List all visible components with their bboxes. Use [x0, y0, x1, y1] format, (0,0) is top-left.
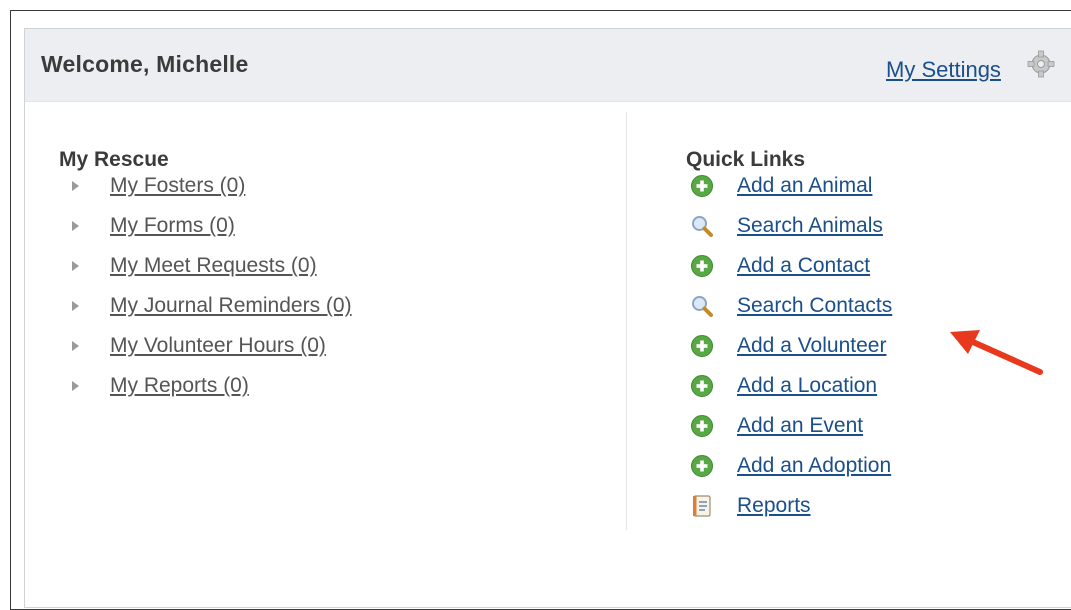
my-rescue-link[interactable]: My Forms (0): [110, 214, 235, 238]
triangle-bullet-icon: [72, 261, 79, 271]
gear-icon[interactable]: [1026, 49, 1056, 79]
quick-link-item: Reports: [690, 486, 892, 526]
quick-link-item: Add a Location: [690, 366, 892, 406]
my-rescue-link[interactable]: My Reports (0): [110, 374, 249, 398]
plus-circle-icon: [691, 415, 713, 437]
column-divider: [626, 112, 627, 530]
my-settings-link[interactable]: My Settings: [886, 57, 1001, 83]
plus-circle-icon: [691, 455, 713, 477]
magnifier-icon: [692, 216, 713, 237]
annotation-arrow: [950, 330, 1043, 375]
rescue-list-item: My Meet Requests (0): [70, 246, 352, 286]
magnifier-icon: [692, 296, 713, 317]
rescue-list-item: My Volunteer Hours (0): [70, 326, 352, 366]
my-rescue-list: My Fosters (0) My Forms (0) My Meet Reques…: [70, 166, 352, 406]
rescue-list-item: My Reports (0): [70, 366, 352, 406]
quick-link[interactable]: Search Animals: [737, 214, 883, 238]
my-rescue-link[interactable]: My Fosters (0): [110, 174, 245, 198]
quick-link[interactable]: Add an Animal: [737, 174, 872, 198]
quick-link[interactable]: Add an Adoption: [737, 454, 891, 478]
triangle-bullet-icon: [72, 381, 79, 391]
triangle-bullet-icon: [72, 341, 79, 351]
rescue-list-item: My Forms (0): [70, 206, 352, 246]
quick-link-item: Add a Contact: [690, 246, 892, 286]
panel-header: Welcome, Michelle My Settings: [25, 29, 1071, 102]
quick-link-item: Add a Volunteer: [690, 326, 892, 366]
quick-link-item: Search Animals: [690, 206, 892, 246]
quick-link-item: Add an Event: [690, 406, 892, 446]
rescue-list-item: My Fosters (0): [70, 166, 352, 206]
plus-circle-icon: [691, 255, 713, 277]
quick-link-item: Search Contacts: [690, 286, 892, 326]
triangle-bullet-icon: [72, 181, 79, 191]
plus-circle-icon: [691, 335, 713, 357]
quick-link[interactable]: Search Contacts: [737, 294, 892, 318]
my-rescue-link[interactable]: My Volunteer Hours (0): [110, 334, 326, 358]
quick-link[interactable]: Add a Volunteer: [737, 334, 886, 358]
quick-link[interactable]: Add a Contact: [737, 254, 870, 278]
quick-link-item: Add an Adoption: [690, 446, 892, 486]
plus-circle-icon: [691, 375, 713, 397]
my-rescue-link[interactable]: My Meet Requests (0): [110, 254, 317, 278]
quick-links-list: Add an Animal Search Animals Add a Contact…: [690, 166, 892, 526]
quick-link[interactable]: Add an Event: [737, 414, 863, 438]
quick-link-item: Add an Animal: [690, 166, 892, 206]
report-icon: [693, 495, 711, 517]
rescue-list-item: My Journal Reminders (0): [70, 286, 352, 326]
triangle-bullet-icon: [72, 221, 79, 231]
triangle-bullet-icon: [72, 301, 79, 311]
my-rescue-link[interactable]: My Journal Reminders (0): [110, 294, 352, 318]
plus-circle-icon: [691, 175, 713, 197]
quick-link[interactable]: Reports: [737, 494, 811, 518]
welcome-title: Welcome, Michelle: [41, 51, 249, 77]
quick-link[interactable]: Add a Location: [737, 374, 877, 398]
